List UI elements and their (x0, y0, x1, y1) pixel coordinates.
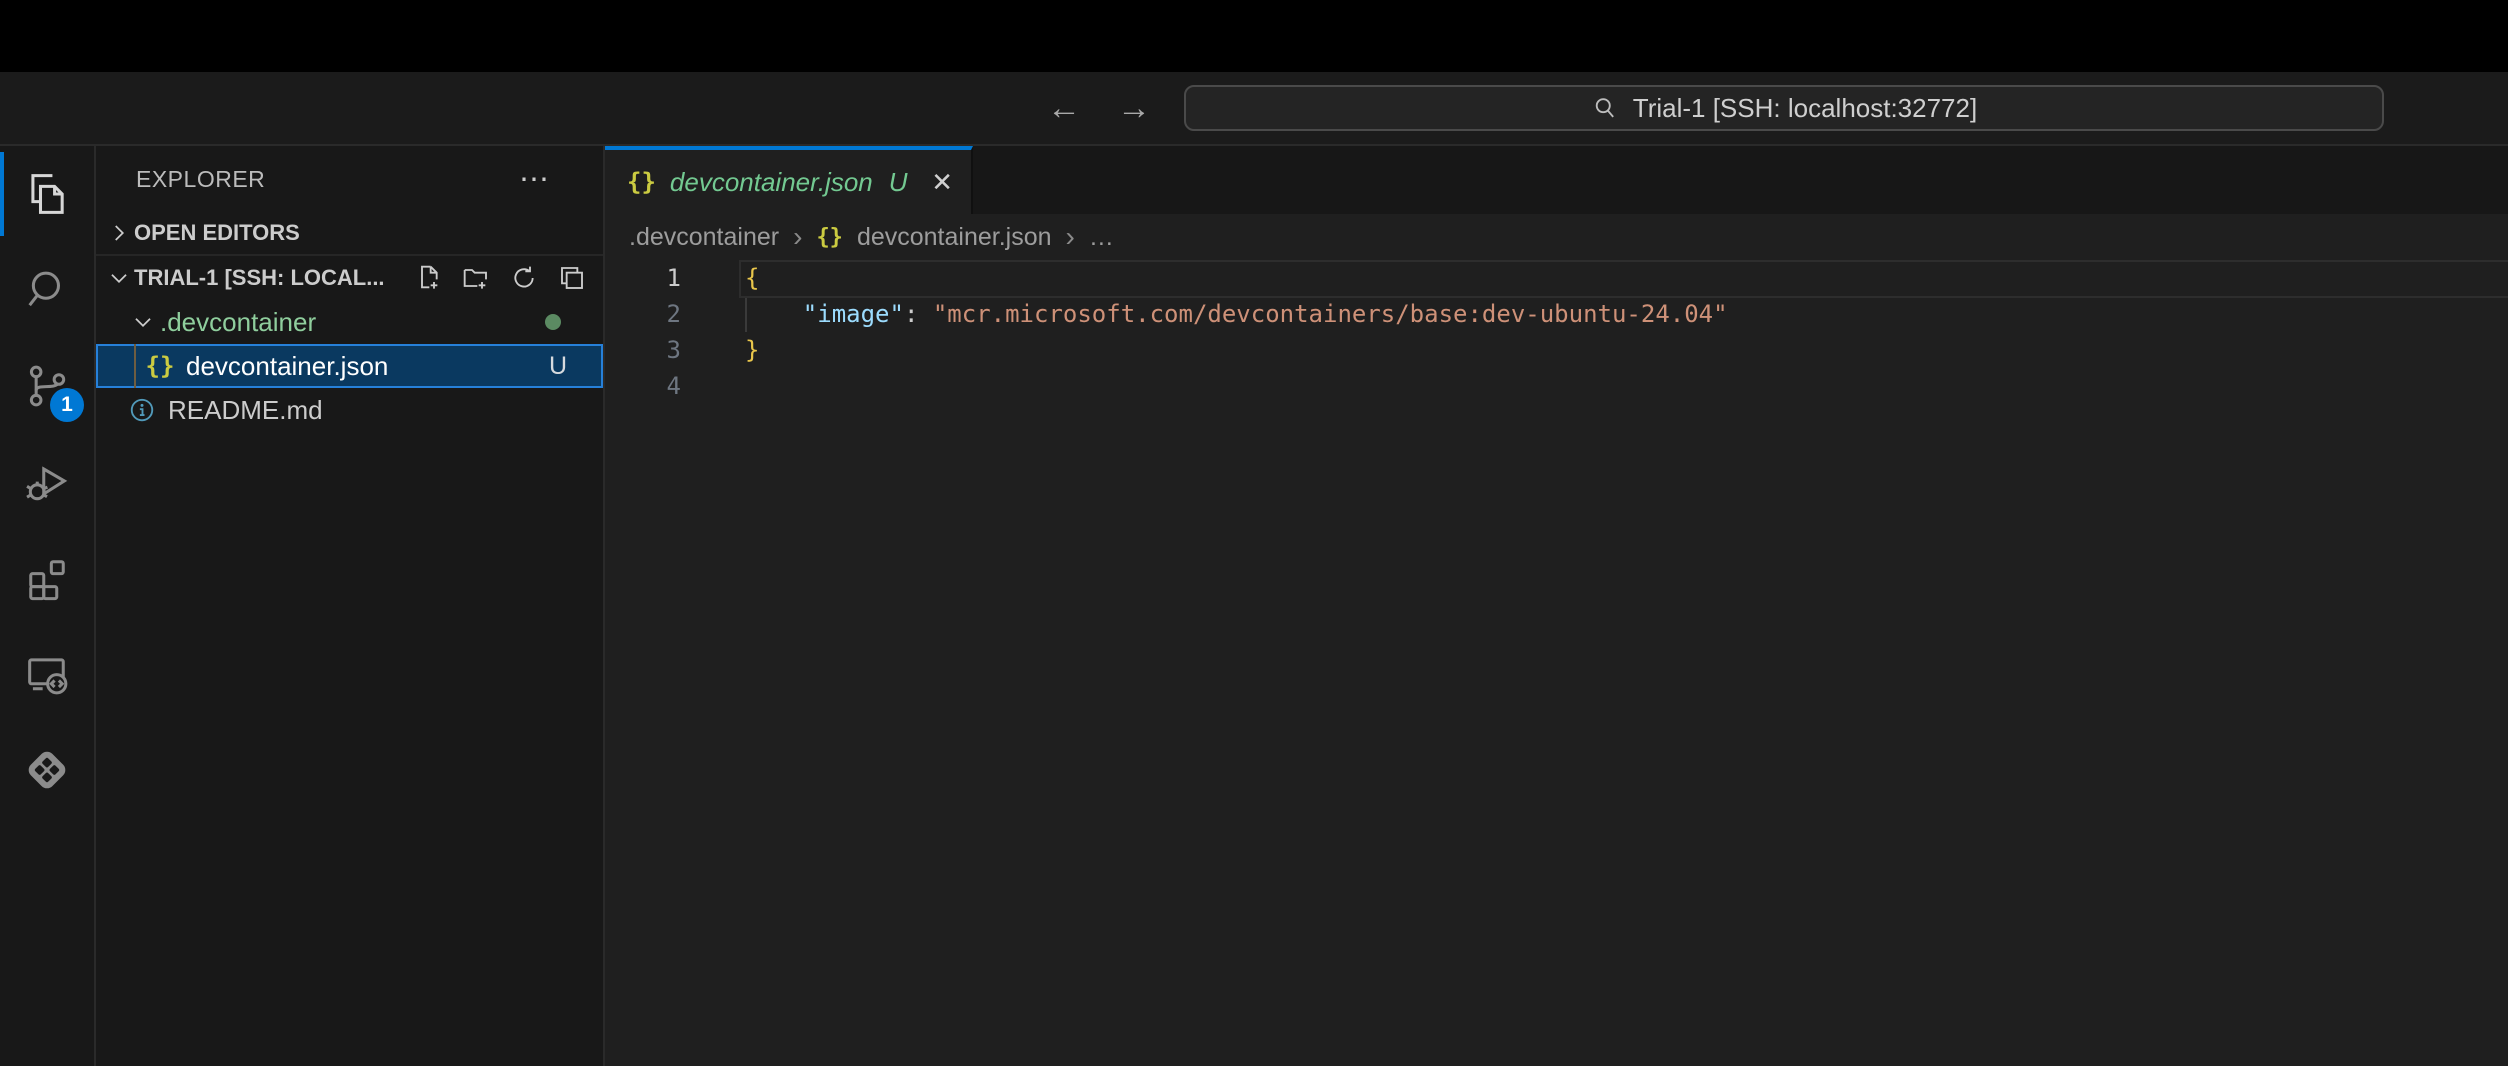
new-folder-button[interactable] (457, 259, 495, 297)
containers-icon (21, 744, 73, 796)
explorer-sidebar: EXPLORER ⋯ OPEN EDITORS TRIAL-1 [SSH: LO… (96, 146, 605, 1066)
window-title: Trial-1 [SSH: localhost:32772] (1633, 93, 1977, 124)
remote-explorer-icon (21, 648, 73, 700)
tab-devcontainer-json[interactable]: {} devcontainer.json U ✕ (605, 146, 973, 214)
chevron-down-icon (104, 265, 134, 291)
activity-run-debug[interactable] (0, 434, 94, 530)
line-number: 2 (605, 296, 745, 332)
activity-source-control[interactable]: 1 (0, 338, 94, 434)
code-token (745, 296, 803, 332)
tab-label: devcontainer.json (670, 167, 873, 198)
history-nav: ← → (1042, 72, 1156, 144)
new-file-button[interactable] (409, 259, 447, 297)
menu-bar-strip (0, 0, 2508, 72)
source-control-badge: 1 (50, 388, 84, 422)
git-untracked-badge: U (549, 352, 567, 381)
title-bar: ← → Trial-1 [SSH: localhost:32772] (0, 72, 2508, 146)
code-line-3[interactable]: 3 } (605, 332, 2508, 368)
chevron-right-icon: › (1066, 221, 1075, 253)
line-number: 3 (605, 332, 745, 368)
forward-button[interactable]: → (1112, 86, 1156, 130)
tab-bar: {} devcontainer.json U ✕ (605, 146, 2508, 214)
debug-icon (21, 456, 73, 508)
file-label: README.md (168, 395, 323, 426)
collapse-all-button[interactable] (553, 259, 591, 297)
command-center[interactable]: Trial-1 [SSH: localhost:32772] (1184, 85, 2384, 131)
activity-search[interactable] (0, 242, 94, 338)
breadcrumb-file[interactable]: devcontainer.json (857, 223, 1052, 252)
info-file-icon (124, 395, 160, 425)
sidebar-title: EXPLORER (136, 166, 265, 193)
workspace-label: TRIAL-1 [SSH: LOCAL... (134, 265, 385, 291)
breadcrumb: .devcontainer › {} devcontainer.json › … (605, 214, 2508, 260)
tree-item-devcontainer-folder[interactable]: .devcontainer (96, 300, 603, 344)
close-icon[interactable]: ✕ (931, 167, 953, 198)
tree-item-readme[interactable]: README.md (96, 388, 603, 432)
breadcrumb-folder[interactable]: .devcontainer (629, 223, 779, 252)
open-editors-label: OPEN EDITORS (134, 220, 300, 246)
json-file-icon: {} (142, 352, 178, 380)
code-token: } (745, 332, 759, 368)
code-editor[interactable]: 1 { 2 "image": "mcr.microsoft.com/devcon… (605, 260, 2508, 404)
code-token: { (745, 260, 759, 296)
folder-label: .devcontainer (160, 307, 316, 338)
open-editors-section[interactable]: OPEN EDITORS (96, 212, 603, 256)
chevron-right-icon (104, 220, 134, 246)
files-icon (21, 168, 73, 220)
code-line-1[interactable]: 1 { (605, 260, 2508, 296)
activity-extensions[interactable] (0, 530, 94, 626)
activity-remote-explorer[interactable] (0, 626, 94, 722)
line-number: 1 (605, 260, 745, 296)
refresh-button[interactable] (505, 259, 543, 297)
json-file-icon: {} (627, 168, 656, 196)
back-button[interactable]: ← (1042, 86, 1086, 130)
tab-untracked-badge: U (889, 167, 908, 198)
line-number: 4 (605, 368, 745, 404)
chevron-right-icon: › (793, 221, 802, 253)
chevron-down-icon (126, 309, 160, 335)
search-icon (1591, 94, 1619, 122)
file-label: devcontainer.json (186, 351, 388, 382)
sidebar-more-button[interactable]: ⋯ (519, 162, 551, 197)
activity-containers[interactable] (0, 722, 94, 818)
tree-item-devcontainer-json[interactable]: {} devcontainer.json U (96, 344, 603, 388)
git-modified-dot (545, 314, 561, 330)
tree-indent-guide (134, 344, 136, 388)
json-file-icon: {} (816, 225, 843, 250)
code-token (918, 296, 932, 332)
workbench: 1 (0, 146, 2508, 1066)
code-token: "image" (803, 296, 904, 332)
code-line-2[interactable]: 2 "image": "mcr.microsoft.com/devcontain… (605, 296, 2508, 332)
workspace-section[interactable]: TRIAL-1 [SSH: LOCAL... (96, 256, 603, 300)
extensions-icon (21, 552, 73, 604)
code-token: "mcr.microsoft.com/devcontainers/base:de… (933, 296, 1728, 332)
activity-explorer[interactable] (0, 146, 94, 242)
activity-bar: 1 (0, 146, 96, 1066)
code-line-4[interactable]: 4 (605, 368, 2508, 404)
search-icon (21, 264, 73, 316)
code-token: : (904, 296, 918, 332)
editor-group: {} devcontainer.json U ✕ .devcontainer ›… (605, 146, 2508, 1066)
breadcrumb-symbol[interactable]: … (1089, 223, 1114, 252)
